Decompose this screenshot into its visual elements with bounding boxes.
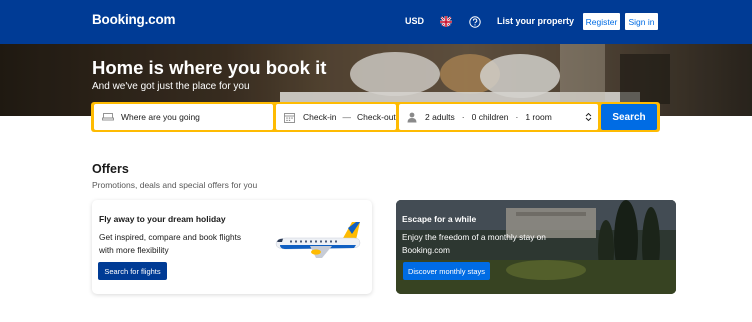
- currency-selector[interactable]: USD: [405, 16, 424, 26]
- check-in-label[interactable]: Check-in: [303, 112, 337, 122]
- discover-monthly-stays-button[interactable]: Discover monthly stays: [403, 262, 490, 280]
- card-text-line2: with more flexibility: [99, 245, 169, 255]
- offers-subheading: Promotions, deals and special offers for…: [92, 180, 258, 190]
- occupancy-selector[interactable]: 2 adults · 0 children · 1 room: [399, 104, 598, 130]
- search-flights-button[interactable]: Search for flights: [98, 262, 167, 280]
- airplane-illustration-icon: [272, 218, 364, 262]
- destination-placeholder: Where are you going: [121, 112, 200, 122]
- uk-flag-icon[interactable]: [440, 15, 452, 27]
- offers-heading: Offers: [92, 162, 129, 176]
- help-icon[interactable]: [469, 15, 481, 28]
- separator-dot-icon: ·: [461, 112, 465, 122]
- register-button[interactable]: Register: [582, 12, 621, 31]
- date-separator: —: [342, 112, 352, 122]
- top-header: Booking.com USD List your property Regis…: [0, 0, 752, 44]
- check-out-label[interactable]: Check-out: [357, 112, 396, 122]
- rooms-count: 1 room: [525, 112, 552, 122]
- separator-dot-icon: ·: [515, 112, 519, 122]
- card-text-line1: Get inspired, compare and book flights: [99, 232, 242, 242]
- calendar-icon: [284, 112, 295, 123]
- card-title: Fly away to your dream holiday: [99, 214, 226, 224]
- chevron-up-down-icon: [585, 112, 592, 122]
- children-count: 0 children: [471, 112, 509, 122]
- sign-in-button[interactable]: Sign in: [624, 12, 659, 31]
- hero-subtitle: And we've got just the place for you: [92, 81, 250, 92]
- card-text-line2: Booking.com: [402, 245, 450, 255]
- bed-icon: [102, 112, 114, 122]
- adults-count: 2 adults: [425, 112, 455, 122]
- booking-logo[interactable]: Booking.com: [92, 12, 176, 27]
- card-text-line1: Enjoy the freedom of a monthly stay on: [402, 232, 546, 242]
- monthly-stays-offer-card[interactable]: Escape for a while Enjoy the freedom of …: [396, 200, 676, 294]
- destination-field[interactable]: Where are you going: [94, 104, 273, 130]
- person-icon: [407, 112, 417, 123]
- date-picker[interactable]: Check-in — Check-out: [276, 104, 396, 130]
- flights-offer-card[interactable]: Fly away to your dream holiday Get inspi…: [92, 200, 372, 294]
- search-button[interactable]: Search: [601, 104, 657, 130]
- card-title: Escape for a while: [402, 214, 477, 224]
- hero-title: Home is where you book it: [92, 57, 327, 78]
- list-property-link[interactable]: List your property: [497, 16, 574, 26]
